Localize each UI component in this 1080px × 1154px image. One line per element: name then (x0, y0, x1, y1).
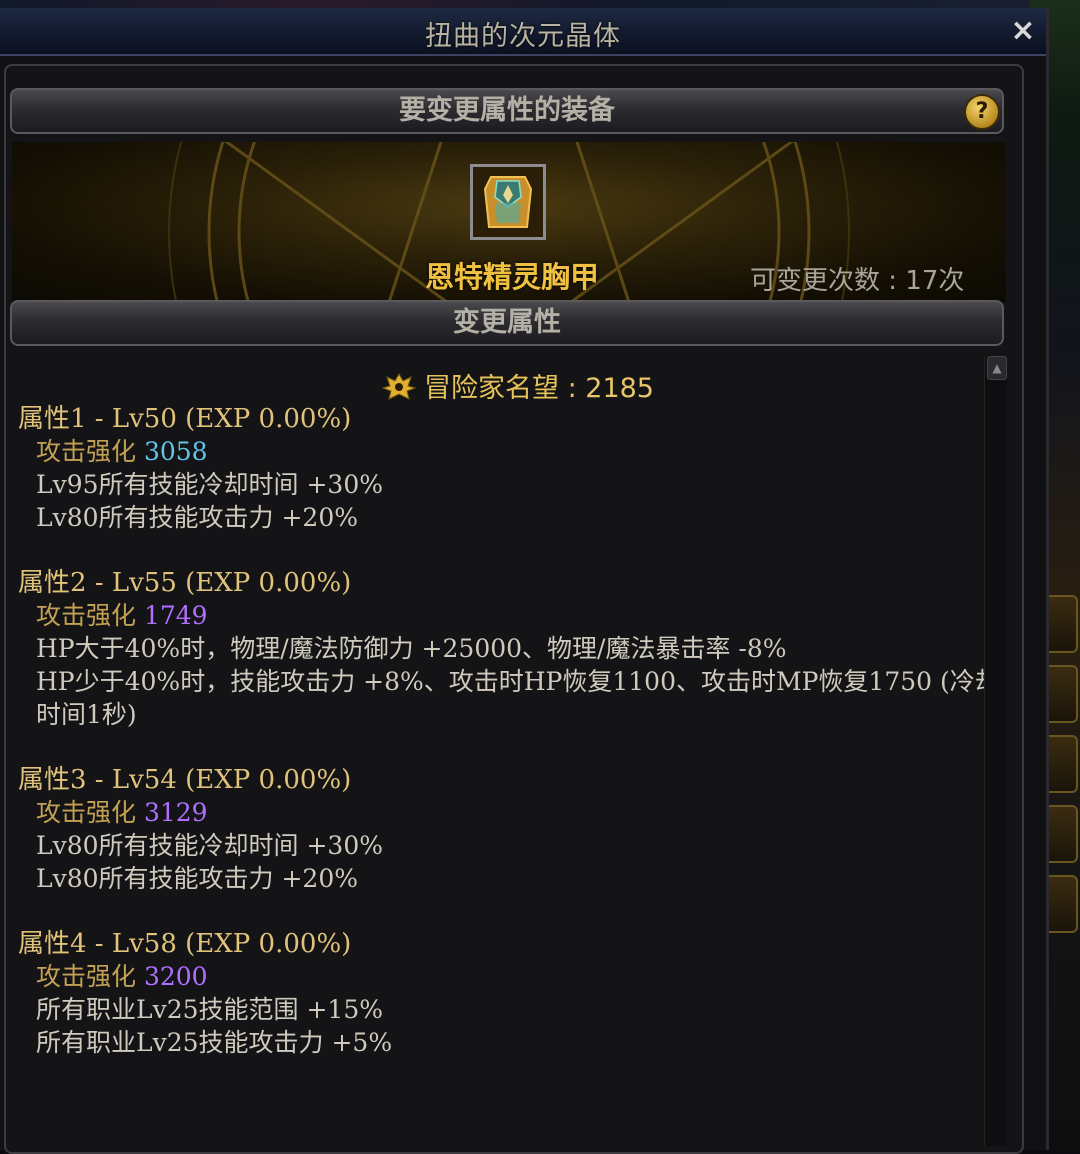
chest-armor-icon (473, 167, 543, 237)
window-title: 扭曲的次元晶体 (425, 21, 621, 52)
attribute-3-enhance: 攻击强化 3129 (36, 793, 208, 829)
enhance-label: 攻击强化 (36, 962, 137, 991)
fame-label: 冒险家名望 : (424, 373, 586, 404)
attribute-4-line: 所有职业Lv25技能攻击力 +5% (36, 1028, 393, 1057)
equipment-slot[interactable] (470, 164, 546, 240)
equip-banner: 恩特精灵胸甲 可变更次数 : 17次 (12, 142, 1006, 302)
fame-crest-icon (381, 372, 417, 400)
window-body: 要变更属性的装备 ? 恩特精灵胸甲 可变更次数: 17次 变更属性 冒险家名望… (4, 64, 1024, 1154)
attribute-4-line: 所有职业Lv25技能范围 +15% (36, 995, 383, 1024)
attribute-3-heading: 属性3 - Lv54 (EXP 0.00%) (18, 765, 352, 795)
attribute-2-enhance: 攻击强化 1749 (36, 596, 208, 632)
attr-section-header: 变更属性 (10, 300, 1004, 346)
attribute-2-heading: 属性2 - Lv55 (EXP 0.00%) (18, 568, 352, 598)
attribute-4-enhance: 攻击强化 3200 (36, 957, 208, 993)
dimension-crystal-window: 扭曲的次元晶体 × 要变更属性的装备 ? 恩特精灵胸甲 可变更次数: 17次 … (0, 8, 1049, 1154)
attribute-1-enhance: 攻击强化 3058 (36, 432, 208, 468)
enhance-label: 攻击强化 (36, 798, 137, 827)
scroll-up-icon[interactable]: ▲ (987, 356, 1007, 380)
attribute-4-heading: 属性4 - Lv58 (EXP 0.00%) (18, 929, 352, 959)
window-titlebar[interactable]: 扭曲的次元晶体 × (0, 8, 1046, 56)
item-name: 恩特精灵胸甲 (424, 260, 599, 294)
attribute-1-line: Lv95所有技能冷却时间 +30% (36, 470, 383, 499)
attribute-1-line: Lv80所有技能攻击力 +20% (36, 503, 358, 532)
enhance-value: 3129 (143, 798, 208, 827)
enhance-value: 3200 (143, 962, 208, 991)
attribute-2-line: 时间1秒) (36, 700, 137, 729)
attribute-2-line: HP大于40%时，物理/魔法防御力 +25000、物理/魔法暴击率 -8% (36, 634, 787, 663)
fame-value: 2185 (585, 373, 654, 404)
equip-section-header: 要变更属性的装备 (10, 88, 1004, 134)
enhance-value: 1749 (143, 601, 208, 630)
attribute-2-line: HP少于40%时，技能攻击力 +8%、攻击时HP恢复1100、攻击时MP恢复17… (36, 667, 1000, 696)
enhance-label: 攻击强化 (36, 601, 137, 630)
attribute-scrollbar[interactable]: ▲ (984, 356, 1007, 1146)
attribute-1-heading: 属性1 - Lv50 (EXP 0.00%) (18, 404, 352, 434)
enhance-label: 攻击强化 (36, 437, 137, 466)
attribute-3-line: Lv80所有技能冷却时间 +30% (36, 831, 383, 860)
help-icon[interactable]: ? (964, 94, 1000, 130)
changes-remaining: 可变更次数 : 17次 (750, 266, 965, 296)
close-icon[interactable]: × (1004, 12, 1042, 50)
fame-row: 冒险家名望 : 2185 (381, 366, 654, 405)
attribute-list: 冒险家名望 : 2185 属性1 - Lv50 (EXP 0.00%) 攻击强化… (12, 356, 1000, 1146)
enhance-value: 3058 (143, 437, 208, 466)
attribute-3-line: Lv80所有技能攻击力 +20% (36, 864, 358, 893)
